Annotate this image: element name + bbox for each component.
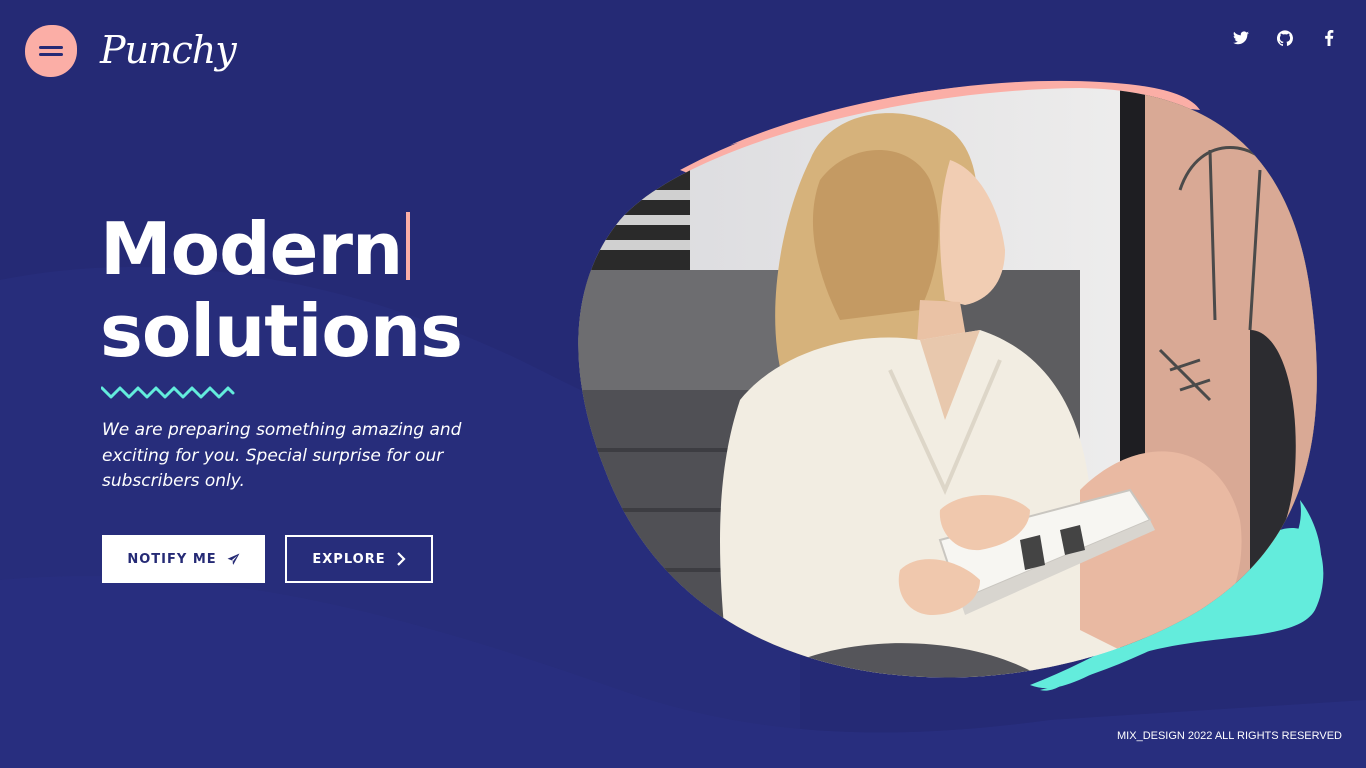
- text-cursor: [406, 212, 411, 280]
- chevron-right-icon: [396, 552, 406, 566]
- notify-me-label: NOTIFY ME: [127, 551, 217, 567]
- title-line-2: solutions: [100, 289, 463, 373]
- brand-logo[interactable]: Punchy: [100, 28, 237, 72]
- explore-button[interactable]: EXPLORE: [285, 535, 433, 583]
- menu-button[interactable]: [25, 25, 77, 77]
- copyright-text: MIX_DESIGN 2022 ALL RIGHTS RESERVED: [1117, 730, 1342, 742]
- hero-description: We are preparing something amazing and e…: [102, 420, 462, 491]
- hero-image-blob: [578, 80, 1324, 691]
- social-links: [1232, 29, 1338, 47]
- paper-plane-icon: [227, 553, 240, 565]
- page-title: Modern solutions: [100, 207, 463, 373]
- notify-me-button[interactable]: NOTIFY ME: [102, 535, 265, 583]
- github-icon[interactable]: [1276, 29, 1294, 47]
- twitter-icon[interactable]: [1232, 29, 1250, 47]
- explore-label: EXPLORE: [312, 551, 386, 567]
- hamburger-menu-icon: [39, 45, 63, 57]
- zigzag-divider: [101, 386, 235, 399]
- facebook-icon[interactable]: [1320, 29, 1338, 47]
- title-line-1: Modern: [100, 207, 403, 291]
